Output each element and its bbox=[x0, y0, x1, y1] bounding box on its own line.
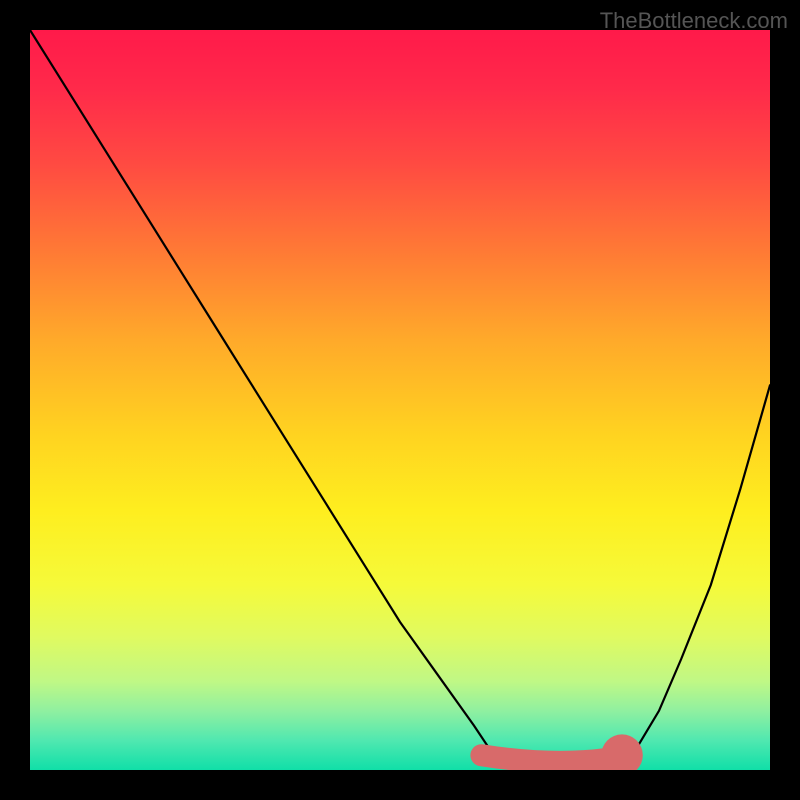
highlight-band bbox=[481, 755, 607, 762]
chart-container: TheBottleneck.com bbox=[0, 0, 800, 800]
chart-svg bbox=[30, 30, 770, 770]
plot-area bbox=[30, 30, 770, 770]
highlight-dot bbox=[601, 734, 643, 770]
watermark-text: TheBottleneck.com bbox=[600, 8, 788, 34]
bottleneck-curve bbox=[30, 30, 770, 770]
